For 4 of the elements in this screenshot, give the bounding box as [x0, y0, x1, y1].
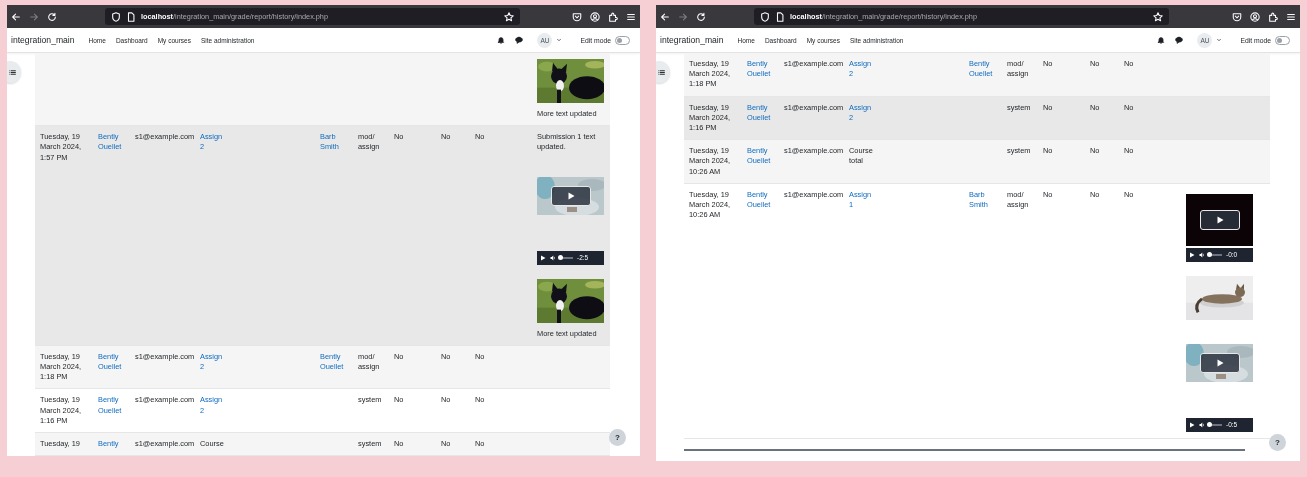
help-button[interactable]: ? [609, 429, 626, 447]
site-name[interactable]: integration_main [11, 35, 75, 45]
site-name[interactable]: integration_main [660, 35, 724, 45]
help-button[interactable]: ? [1269, 433, 1286, 451]
